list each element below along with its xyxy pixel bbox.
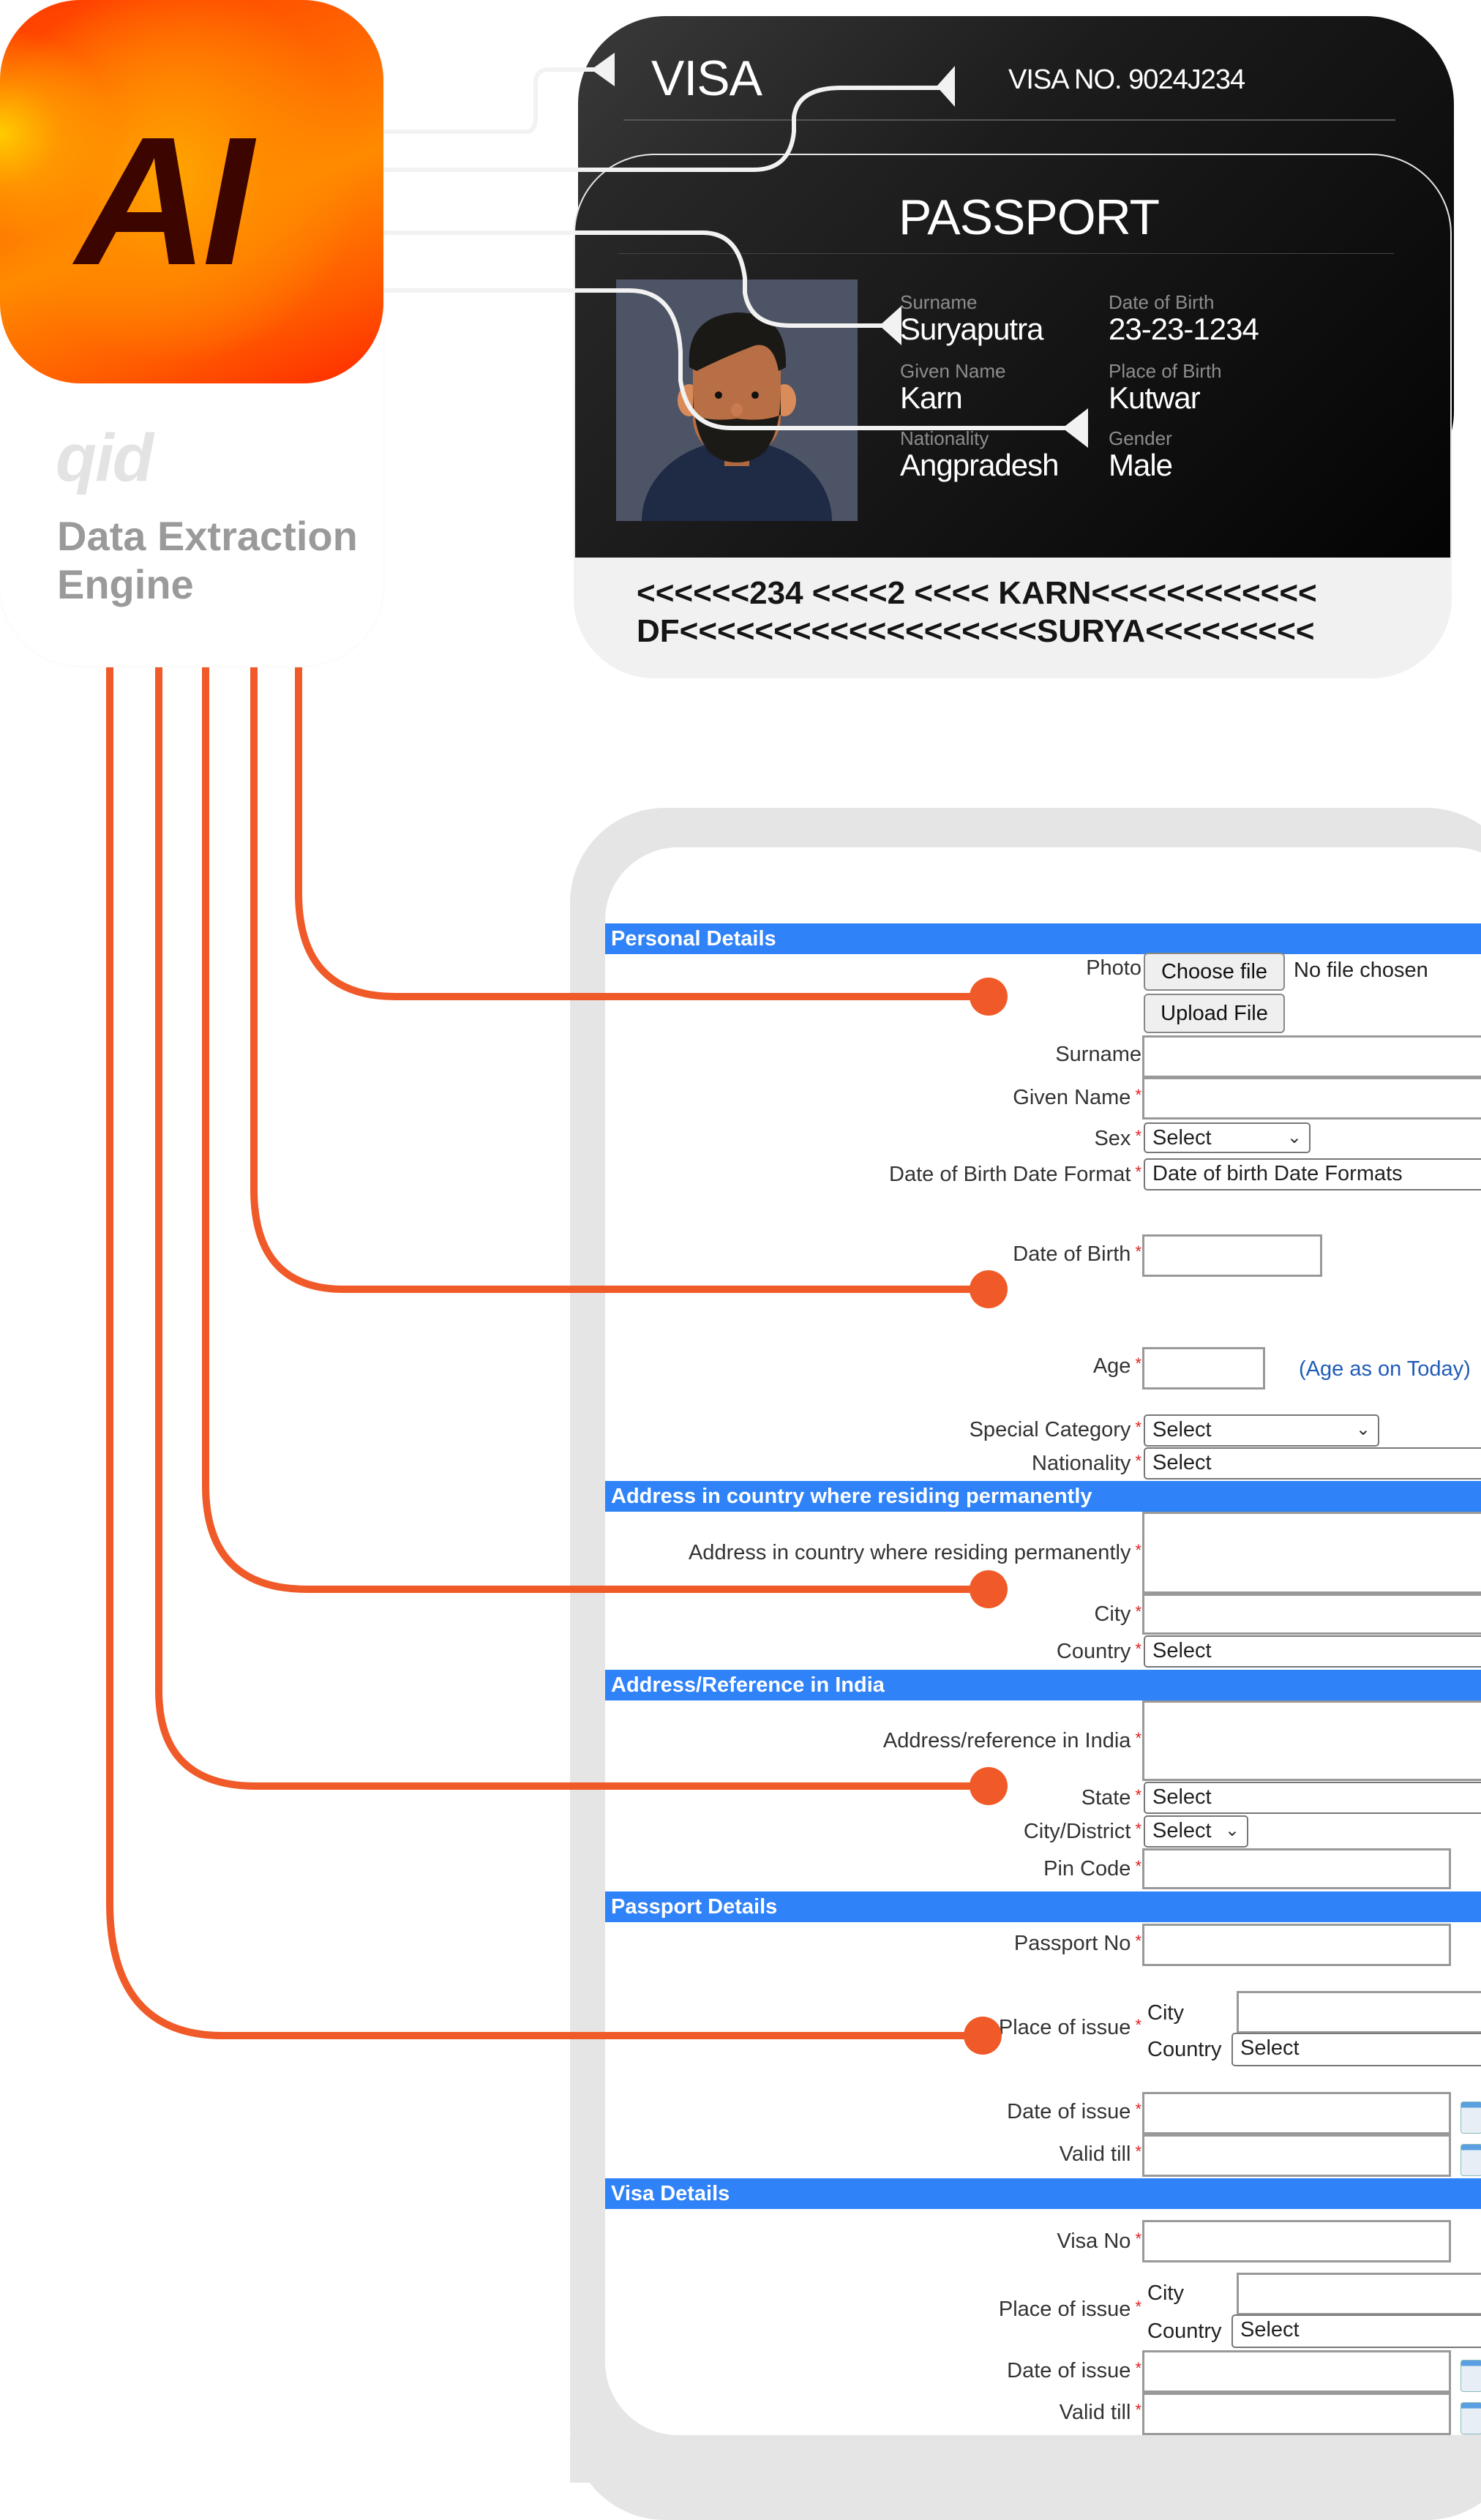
connector-dot-state <box>970 1767 1008 1805</box>
connector-dot-photo <box>970 978 1008 1016</box>
arrow-nationality <box>1062 408 1088 448</box>
arrow-visa-number <box>937 66 955 107</box>
connector-visa-title <box>383 67 596 134</box>
connector-dot-dob <box>970 1270 1008 1308</box>
connector-residing <box>202 667 988 1593</box>
connector-state <box>155 667 988 1790</box>
connector-photo <box>295 667 988 1000</box>
connector-surname <box>383 230 885 328</box>
connector-nationality <box>383 288 1068 430</box>
connector-dot-residing <box>970 1570 1008 1608</box>
connector-lines <box>106 53 1088 2055</box>
connector-visa-number <box>383 86 944 172</box>
connector-dob <box>250 667 988 1293</box>
arrow-surname <box>880 306 901 345</box>
connector-place-of-issue <box>106 667 981 2039</box>
arrow-visa-title <box>591 53 615 86</box>
connector-dot-place-of-issue <box>964 2017 1002 2055</box>
